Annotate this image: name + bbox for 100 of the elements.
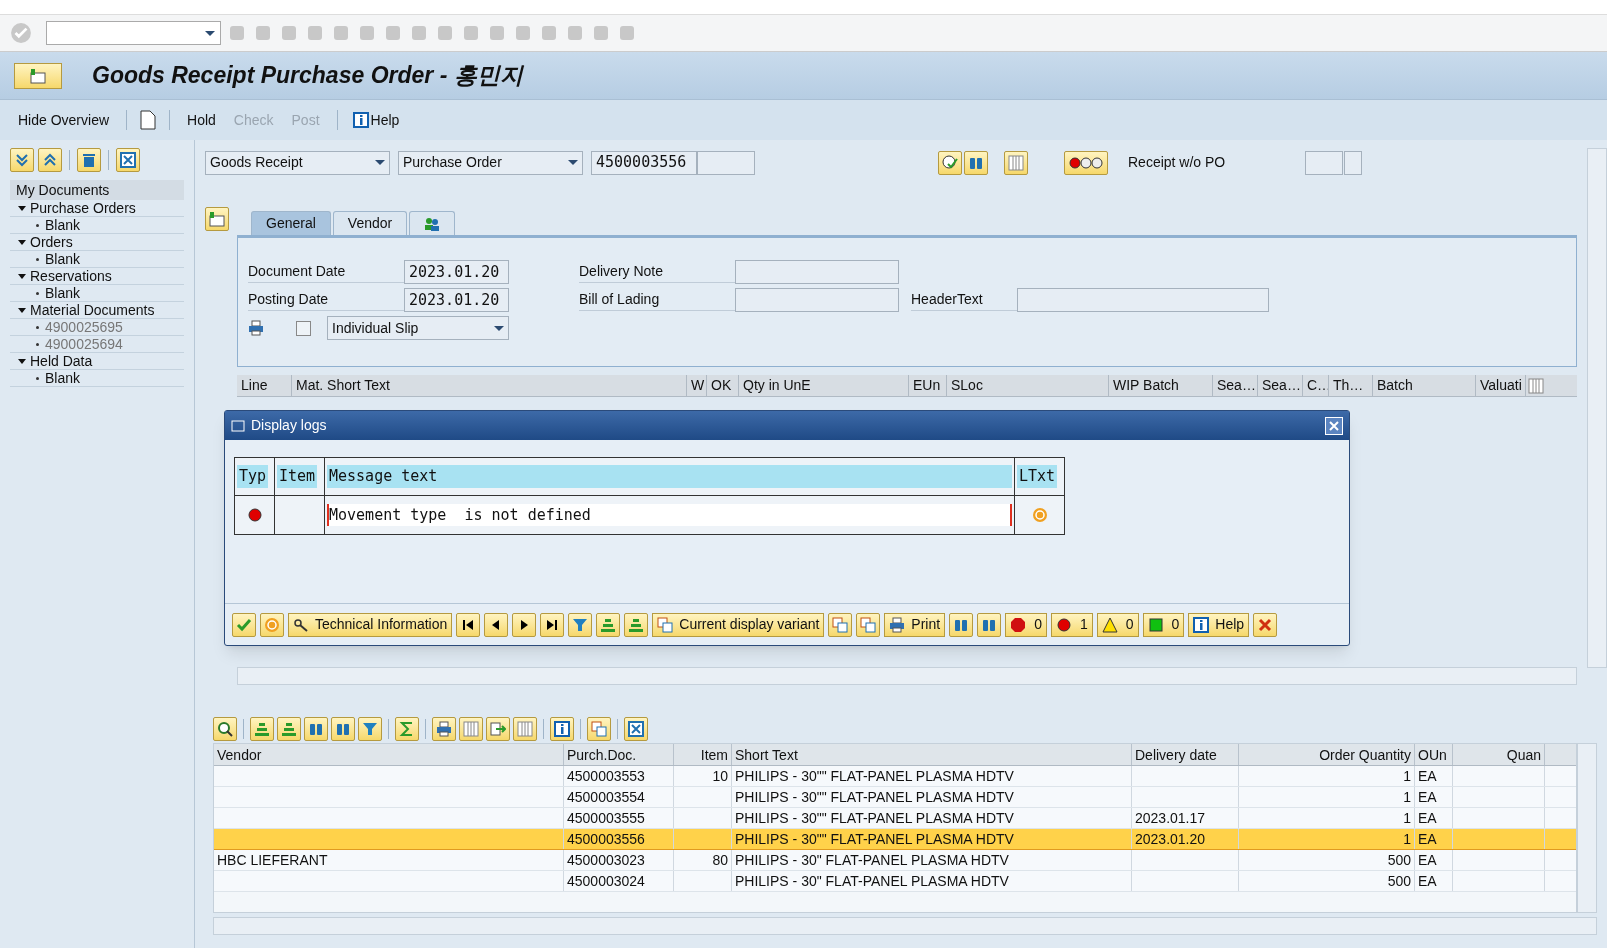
column-header[interactable]: Vendor <box>214 744 564 765</box>
collapse-icon[interactable] <box>18 205 26 211</box>
technical-information-button[interactable]: Technical Information <box>288 612 453 637</box>
table-row[interactable]: 4500003553 10 PHILIPS - 30"" FLAT-PANEL PLASMA HDTV 1 EA <box>214 766 1576 787</box>
po-number-field[interactable]: 4500003556 <box>591 150 697 175</box>
transaction-select[interactable]: Goods Receipt <box>205 150 390 175</box>
collapse-icon[interactable] <box>18 239 26 245</box>
tree-leaf[interactable]: Blank <box>10 217 184 234</box>
toolbar-button[interactable] <box>938 150 962 175</box>
traffic-light-button[interactable] <box>1064 150 1108 175</box>
tree-node[interactable]: Orders <box>10 234 184 251</box>
input-field[interactable] <box>1344 150 1363 175</box>
table-row[interactable]: HBC LIEFERANT 4500003023 80 PHILIPS - 30" FLAT-PANEL PLASMA HDTV 500 EA <box>214 850 1576 871</box>
tree-node[interactable]: Purchase Orders <box>10 200 184 217</box>
tree-leaf[interactable]: Blank <box>10 370 184 387</box>
toolbar-button[interactable] <box>484 612 509 637</box>
tab-menu-button[interactable] <box>205 207 229 231</box>
column-header[interactable]: SLoc <box>947 375 1109 396</box>
column-header[interactable]: Quan <box>1453 744 1545 765</box>
menu-button[interactable] <box>14 62 62 89</box>
toolbar-button[interactable]: Hide Overview <box>14 109 114 131</box>
collapse-icon[interactable] <box>18 358 26 364</box>
grid-icon <box>1528 377 1544 394</box>
tree-node[interactable]: Held Data <box>10 353 184 370</box>
column-header[interactable]: EUn <box>909 375 947 396</box>
item-field[interactable] <box>697 150 755 175</box>
input-field[interactable] <box>1305 150 1344 175</box>
tree-node[interactable]: Reservations <box>10 268 184 285</box>
column-header[interactable]: Th… <box>1329 375 1373 396</box>
column-header[interactable]: Mat. Short Text <box>292 375 687 396</box>
tab[interactable] <box>409 211 456 235</box>
grid-icon <box>463 721 479 737</box>
table-row[interactable]: 4500003556 PHILIPS - 30"" FLAT-PANEL PLASMA HDTV 2023.01.20 1 EA <box>214 829 1576 850</box>
enter-icon[interactable] <box>10 22 32 44</box>
print-button[interactable]: Print <box>884 612 946 637</box>
column-header[interactable]: W <box>687 375 707 396</box>
column-header[interactable]: Sea… <box>1213 375 1258 396</box>
column-header[interactable]: Valuati <box>1476 375 1526 396</box>
tab[interactable]: General <box>251 211 331 235</box>
vertical-scrollbar[interactable] <box>1587 148 1607 668</box>
people-icon <box>424 215 441 232</box>
close-button[interactable] <box>1325 416 1343 435</box>
column-header[interactable]: Short Text <box>732 744 1132 765</box>
help-button[interactable]: Help <box>1188 612 1250 637</box>
tree-node[interactable]: Material Documents <box>10 302 184 319</box>
column-header: Typ <box>237 465 269 488</box>
message-filter-button[interactable]: 1 <box>1050 612 1093 637</box>
tab[interactable]: Vendor <box>332 211 408 235</box>
tree-leaf[interactable]: Blank <box>10 251 184 268</box>
toolbar-button[interactable] <box>512 612 537 637</box>
horizontal-scrollbar[interactable] <box>213 917 1597 935</box>
display-variant-button[interactable]: Current display variant <box>652 612 825 637</box>
help-button[interactable]: Help <box>350 109 402 131</box>
column-header[interactable]: Sea… <box>1258 375 1303 396</box>
table-cell: PHILIPS - 30" FLAT-PANEL PLASMA HDTV <box>735 873 1009 889</box>
reference-select[interactable]: Purchase Order <box>398 150 583 175</box>
toolbar-button[interactable] <box>213 717 237 741</box>
delivery-note-field[interactable] <box>735 260 899 284</box>
column-header[interactable]: Line <box>237 375 292 396</box>
column-header[interactable]: Purch.Doc. <box>564 744 674 765</box>
column-header[interactable]: Delivery date <box>1132 744 1239 765</box>
message-filter-button[interactable]: 0 <box>1142 612 1185 637</box>
toolbar-button[interactable] <box>456 612 481 637</box>
tree-leaf[interactable]: 4900025695 <box>10 319 184 336</box>
print-checkbox[interactable] <box>296 320 311 336</box>
message-filter-button[interactable]: 0 <box>1005 612 1047 637</box>
table-row[interactable]: 4500003024 PHILIPS - 30" FLAT-PANEL PLASMA HDTV 500 EA <box>214 871 1576 892</box>
table-cell: 4500003023 <box>567 852 645 868</box>
bill-of-lading-field[interactable] <box>735 288 899 312</box>
document-date-field[interactable]: 2023.01.20 <box>404 260 509 284</box>
document-icon[interactable] <box>140 110 157 130</box>
column-header[interactable]: Order Quantity <box>1239 744 1415 765</box>
column-header[interactable]: Batch <box>1373 375 1476 396</box>
tree-leaf[interactable]: 4900025694 <box>10 336 184 353</box>
tree-leaf[interactable]: Blank <box>10 285 184 302</box>
table-row[interactable]: 4500003555 PHILIPS - 30"" FLAT-PANEL PLASMA HDTV 2023.01.17 1 EA <box>214 808 1576 829</box>
header-text-field[interactable] <box>1017 288 1269 312</box>
toolbar-button[interactable]: Hold <box>183 109 220 131</box>
table-cell: EA <box>1418 831 1437 847</box>
column-header[interactable]: Qty in UnE <box>739 375 909 396</box>
message-filter-button[interactable]: 0 <box>1096 612 1139 637</box>
column-header[interactable]: Item <box>674 744 732 765</box>
table-row[interactable]: 4500003554 PHILIPS - 30"" FLAT-PANEL PLASMA HDTV 1 EA <box>214 787 1576 808</box>
collapse-icon[interactable] <box>18 273 26 279</box>
column-header[interactable]: OK <box>707 375 739 396</box>
export-icon <box>490 721 506 737</box>
posting-date-field[interactable]: 2023.01.20 <box>404 288 509 312</box>
slip-select[interactable]: Individual Slip <box>327 316 509 340</box>
expand-icon <box>14 152 30 168</box>
collapse-icon[interactable] <box>18 307 26 313</box>
horizontal-scrollbar[interactable] <box>237 667 1577 685</box>
table-cell: 1 <box>1403 768 1411 784</box>
toolbar-button[interactable] <box>540 612 565 637</box>
error-icon <box>1055 616 1072 633</box>
toolbar-button[interactable] <box>550 717 574 741</box>
vertical-scrollbar[interactable] <box>1577 743 1597 913</box>
column-header[interactable]: OUn <box>1415 744 1453 765</box>
command-field[interactable] <box>46 21 221 45</box>
column-header[interactable]: WIP Batch <box>1109 375 1213 396</box>
check-icon <box>236 616 252 633</box>
